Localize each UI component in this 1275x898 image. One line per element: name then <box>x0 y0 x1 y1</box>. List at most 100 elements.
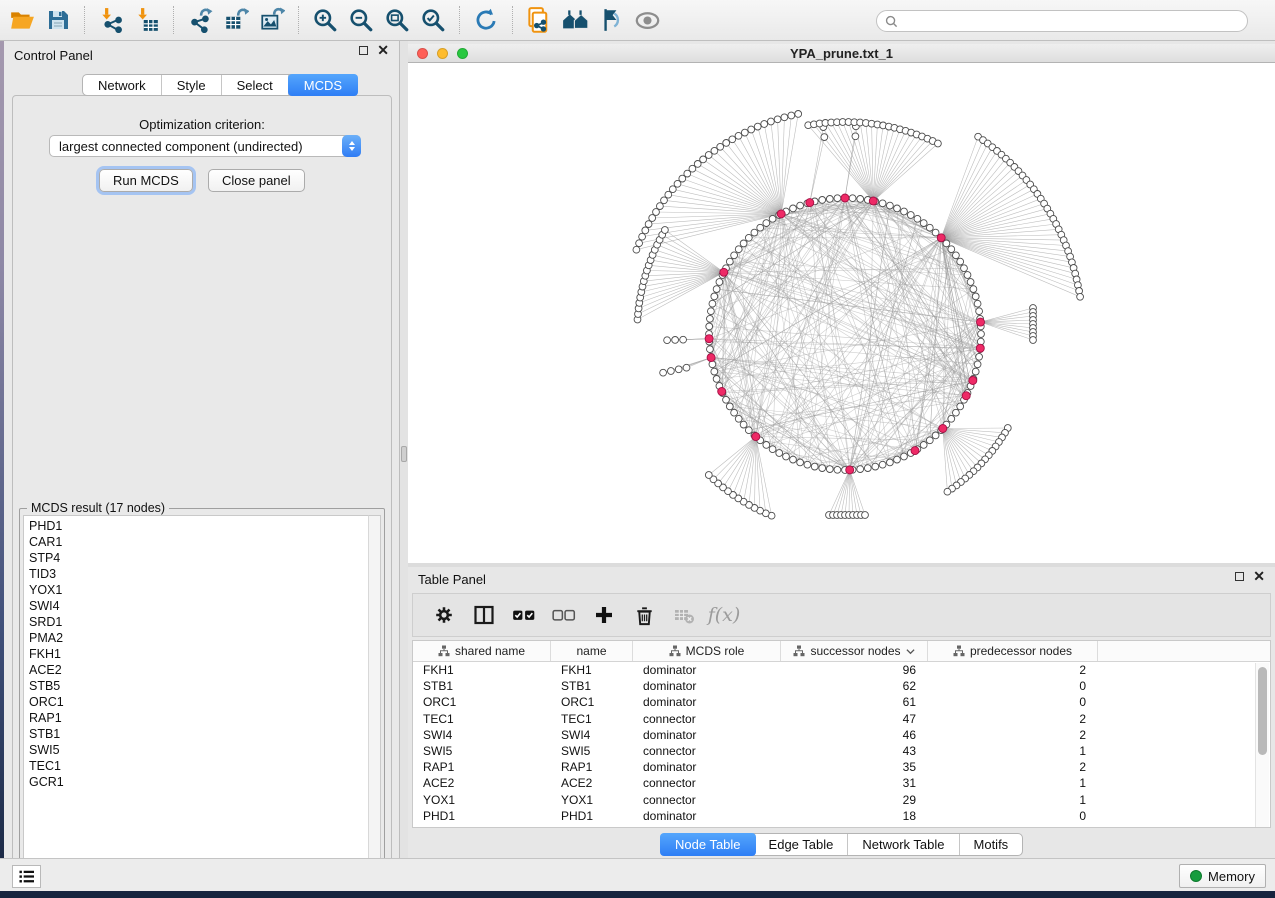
graph-node[interactable] <box>769 215 776 222</box>
graph-node[interactable] <box>683 364 690 371</box>
graph-node[interactable] <box>642 227 649 234</box>
graph-node[interactable] <box>713 376 720 383</box>
graph-node[interactable] <box>740 421 747 428</box>
graph-node[interactable] <box>649 215 656 222</box>
column-header-successor-nodes[interactable]: successor nodes <box>781 641 928 661</box>
graph-node[interactable] <box>633 246 640 253</box>
column-header-name[interactable]: name <box>551 641 633 661</box>
graph-node[interactable] <box>717 143 724 150</box>
graph-node[interactable] <box>857 196 864 203</box>
graph-node[interactable] <box>672 337 679 344</box>
graph-node[interactable] <box>976 353 983 360</box>
export-table-button[interactable] <box>220 4 252 36</box>
graph-hub-node[interactable] <box>752 433 760 441</box>
graph-node[interactable] <box>706 323 713 330</box>
graph-hub-node[interactable] <box>869 197 877 205</box>
table-row[interactable]: SWI4SWI4dominator462 <box>413 727 1270 743</box>
table-row[interactable]: ORC1ORC1dominator610 <box>413 694 1270 710</box>
graph-node[interactable] <box>797 202 804 209</box>
mcds-result-item[interactable]: PMA2 <box>29 630 380 646</box>
graph-node[interactable] <box>926 224 933 231</box>
graph-node[interactable] <box>763 220 770 227</box>
scrollbar-thumb[interactable] <box>1258 667 1267 755</box>
zoom-fit-button[interactable] <box>381 4 413 36</box>
graph-node[interactable] <box>978 331 985 338</box>
graph-node[interactable] <box>864 465 871 472</box>
network-graph[interactable] <box>408 63 1275 563</box>
graph-node[interactable] <box>662 227 669 234</box>
graph-node[interactable] <box>872 463 879 470</box>
graph-node[interactable] <box>972 293 979 300</box>
graph-node[interactable] <box>740 240 747 247</box>
graph-node[interactable] <box>745 427 752 434</box>
graph-node[interactable] <box>680 336 687 343</box>
graph-node[interactable] <box>707 315 714 322</box>
graph-node[interactable] <box>711 368 718 375</box>
graph-node[interactable] <box>957 258 964 265</box>
tab-style[interactable]: Style <box>162 75 222 95</box>
close-table-panel-icon[interactable]: ✕ <box>1253 572 1265 581</box>
graph-node[interactable] <box>974 300 981 307</box>
group-nodes-button[interactable] <box>559 4 591 36</box>
graphics-details-button[interactable] <box>595 4 627 36</box>
graph-node[interactable] <box>901 453 908 460</box>
graph-node[interactable] <box>716 279 723 286</box>
table-row[interactable]: YOX1YOX1connector291 <box>413 792 1270 808</box>
graph-node[interactable] <box>711 293 718 300</box>
export-image-button[interactable] <box>256 4 288 36</box>
graph-node[interactable] <box>751 229 758 236</box>
import-network-button[interactable] <box>95 4 127 36</box>
graph-node[interactable] <box>826 466 833 473</box>
graph-node[interactable] <box>894 205 901 212</box>
mcds-list-scrollbar[interactable] <box>368 515 381 876</box>
tab-mcds[interactable]: MCDS <box>288 74 358 96</box>
column-header-predecessor-nodes[interactable]: predecessor nodes <box>928 641 1098 661</box>
graph-node[interactable] <box>709 300 716 307</box>
graph-node[interactable] <box>920 442 927 449</box>
graph-hub-node[interactable] <box>976 344 984 352</box>
tab-select[interactable]: Select <box>222 75 289 95</box>
column-header-shared-name[interactable]: shared name <box>413 641 551 661</box>
graph-node[interactable] <box>781 114 788 121</box>
import-table-button[interactable] <box>131 4 163 36</box>
graph-node[interactable] <box>731 409 738 416</box>
graph-node[interactable] <box>768 118 775 125</box>
run-mcds-button[interactable]: Run MCDS <box>99 169 193 192</box>
graph-node[interactable] <box>705 472 712 479</box>
graph-node[interactable] <box>790 205 797 212</box>
graph-node[interactable] <box>826 196 833 203</box>
graph-node[interactable] <box>821 134 828 141</box>
graph-hub-node[interactable] <box>707 354 715 362</box>
graph-node[interactable] <box>723 396 730 403</box>
graph-node[interactable] <box>834 195 841 202</box>
graph-node[interactable] <box>795 111 802 118</box>
mcds-result-item[interactable]: TEC1 <box>29 758 380 774</box>
table-row[interactable]: FKH1FKH1dominator962 <box>413 662 1270 678</box>
graph-node[interactable] <box>879 461 886 468</box>
graph-node[interactable] <box>804 461 811 468</box>
graph-hub-node[interactable] <box>720 268 728 276</box>
zoom-out-button[interactable] <box>345 4 377 36</box>
apply-layout-button[interactable] <box>470 4 502 36</box>
tab-node-table[interactable]: Node Table <box>660 833 756 856</box>
clone-network-button[interactable] <box>523 4 555 36</box>
tab-edge-table[interactable]: Edge Table <box>755 834 849 855</box>
table-scrollbar[interactable] <box>1255 663 1269 827</box>
graph-node[interactable] <box>862 512 869 519</box>
graph-node[interactable] <box>735 132 742 139</box>
graph-node[interactable] <box>967 279 974 286</box>
graph-hub-node[interactable] <box>718 388 726 396</box>
graph-hub-node[interactable] <box>846 466 854 474</box>
mcds-result-item[interactable]: FKH1 <box>29 646 380 662</box>
close-panel-button[interactable]: Close panel <box>208 169 305 192</box>
graph-node[interactable] <box>926 437 933 444</box>
graph-node[interactable] <box>790 456 797 463</box>
graph-node[interactable] <box>1030 337 1037 344</box>
graph-node[interactable] <box>961 265 968 272</box>
table-row[interactable]: RAP1RAP1dominator352 <box>413 759 1270 775</box>
graph-node[interactable] <box>741 129 748 136</box>
graph-node[interactable] <box>944 488 951 495</box>
tab-network[interactable]: Network <box>83 75 162 95</box>
float-panel-icon[interactable] <box>359 46 368 55</box>
graph-node[interactable] <box>660 369 667 376</box>
